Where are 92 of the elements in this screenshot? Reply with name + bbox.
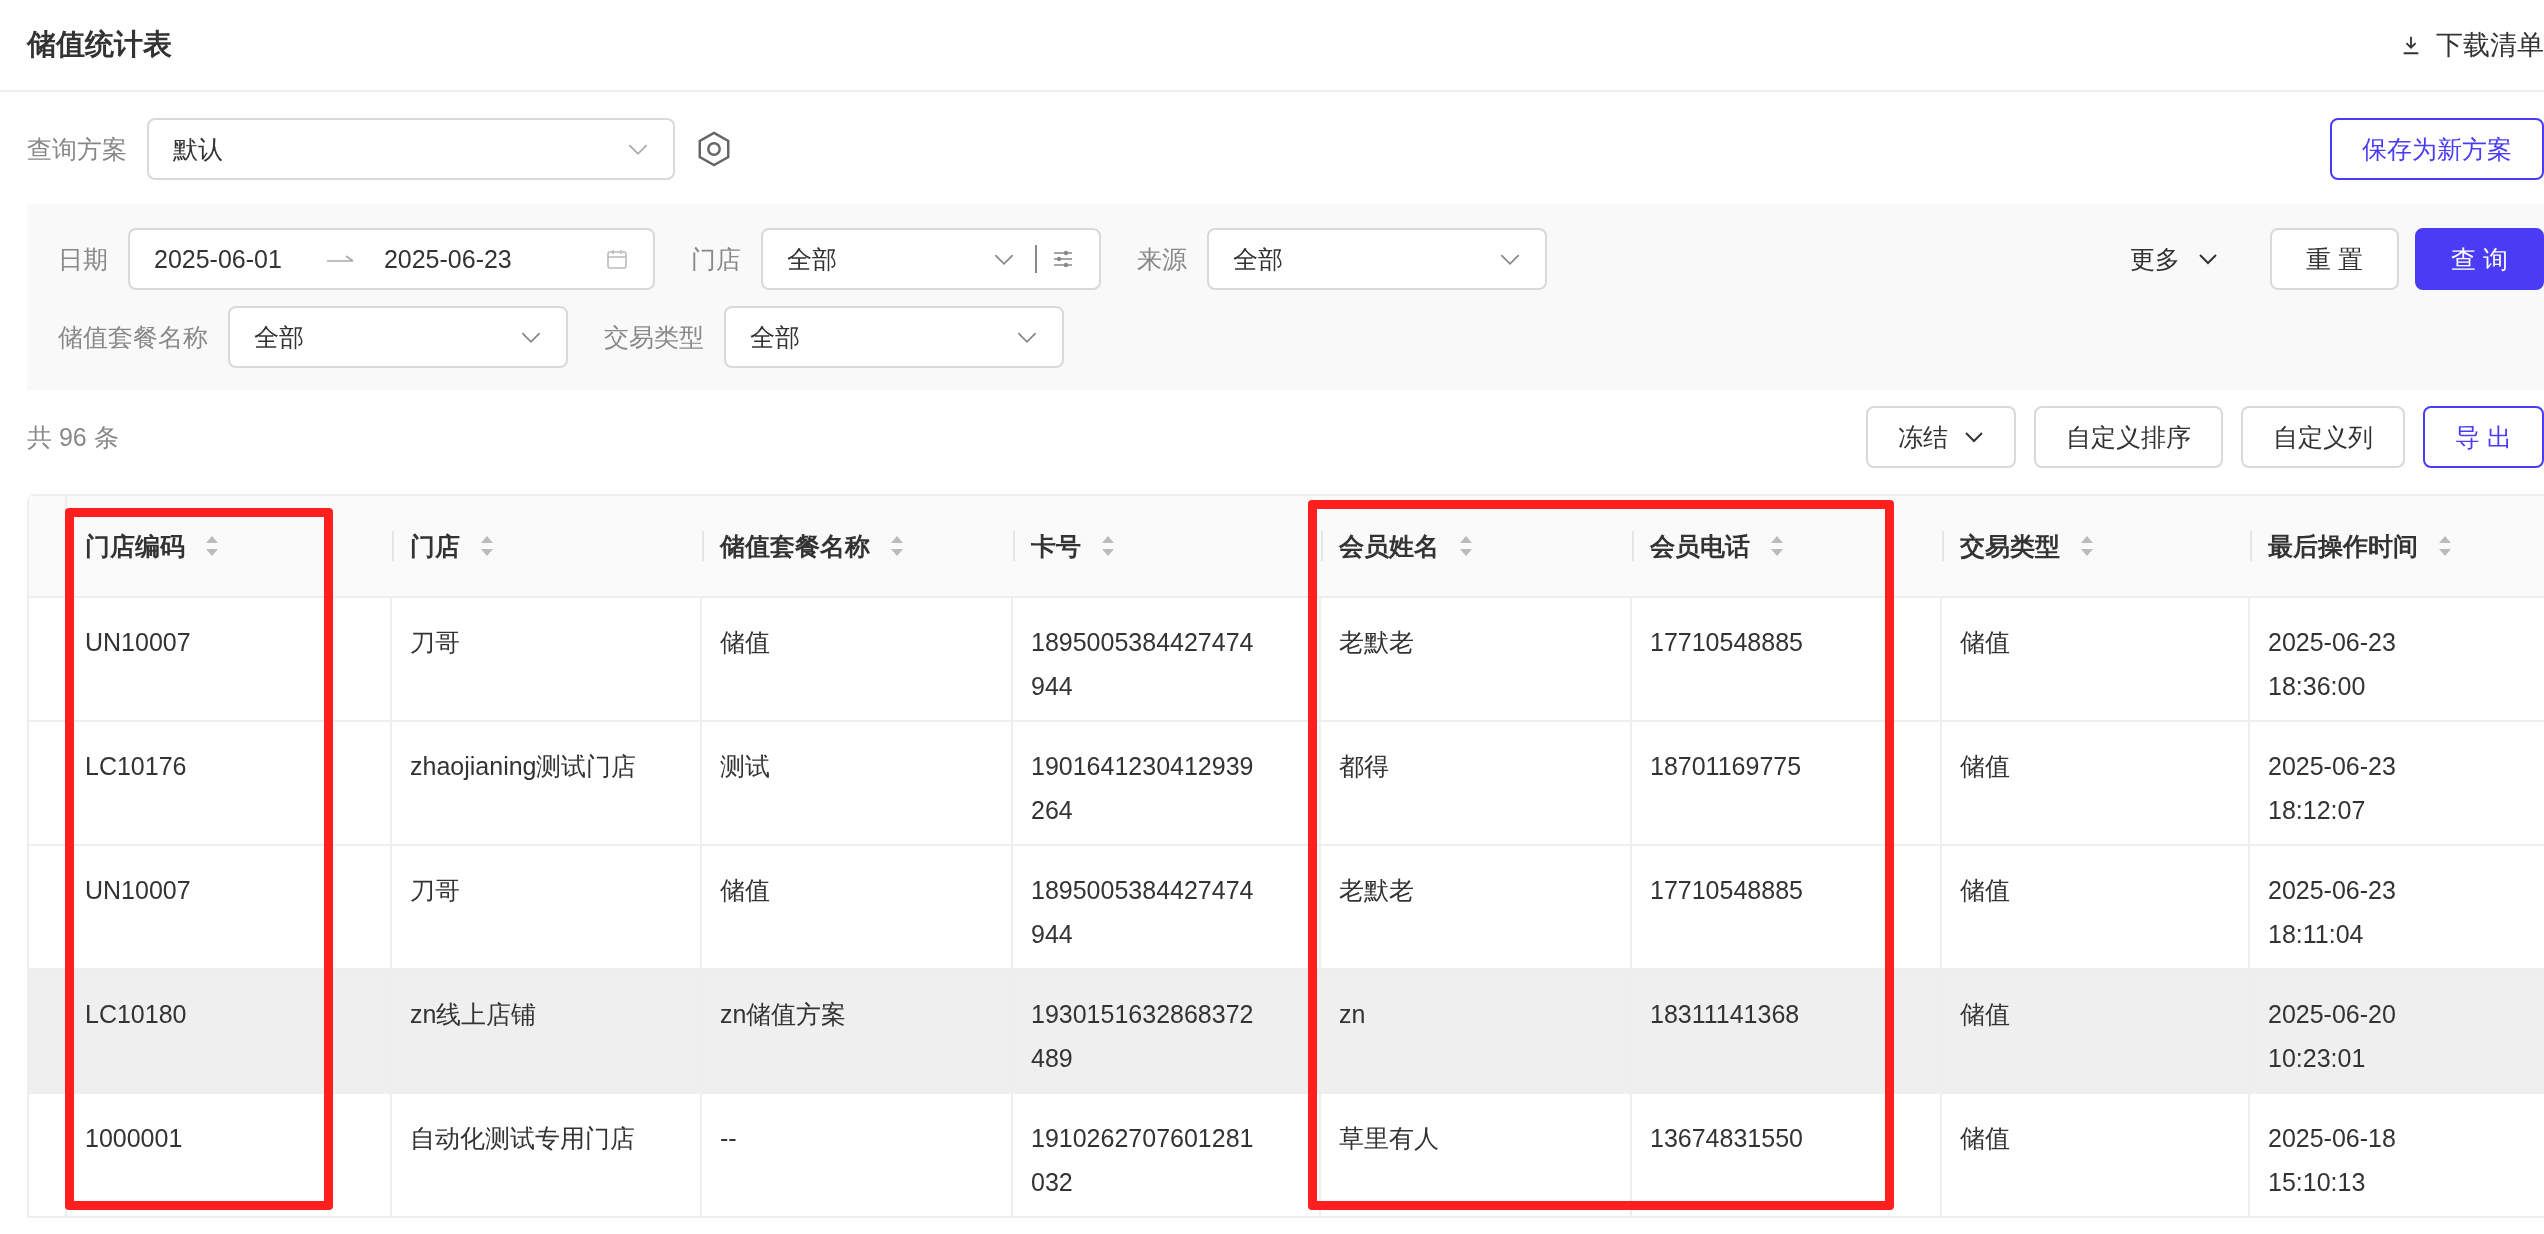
sort-icon[interactable] xyxy=(2080,534,2094,558)
more-filters-link[interactable]: 更多 xyxy=(2130,242,2219,276)
table-row[interactable]: 1000001 自动化测试专用门店 -- 1910262707601281032 草里有人 13674831550 储值 2025-06-18 15:10:13 xyxy=(29,1094,2544,1218)
table-cell-text: 18311141368 xyxy=(1650,999,1801,1030)
store-select[interactable]: 全部 xyxy=(761,228,1101,290)
sort-icon[interactable] xyxy=(480,534,494,558)
column-header[interactable]: 卡号 xyxy=(1031,529,1081,563)
chevron-down-icon xyxy=(1964,431,1985,443)
scheme-select[interactable]: 默认 xyxy=(147,118,675,180)
table-cell-text: zn xyxy=(1339,999,1367,1030)
column-header[interactable]: 储值套餐名称 xyxy=(720,529,870,563)
table-cell-text: 刀哥 xyxy=(410,627,461,658)
table-cell-text: 1000001 xyxy=(85,1123,184,1154)
table-cell-text: 2025-06-18 15:10:13 xyxy=(2268,1123,2397,1198)
table-cell-text: 1895005384427474944 xyxy=(1031,875,1255,950)
table-cell-text: 储值 xyxy=(1960,875,2011,906)
table-cell-text: 1910262707601281032 xyxy=(1031,1123,1255,1198)
table-cell-text: LC10180 xyxy=(85,999,188,1030)
table-cell-text: 2025-06-20 10:23:01 xyxy=(2268,999,2397,1074)
table-cell-text: 储值 xyxy=(1960,751,2011,782)
table-cell-text: 储值 xyxy=(1960,1123,2011,1154)
filter-select[interactable]: 全部 xyxy=(724,306,1064,368)
column-header[interactable]: 交易类型 xyxy=(1960,529,2060,563)
filter-label: 交易类型 xyxy=(604,321,704,353)
filter-select[interactable]: 全部 xyxy=(228,306,568,368)
table-row[interactable]: UN10007 刀哥 储值 1895005384427474944 老默老 17710548885 储值 2025-06-23 18:36:00 xyxy=(29,598,2544,722)
column-header[interactable]: 门店 xyxy=(410,529,460,563)
table-cell-text: zn储值方案 xyxy=(720,999,848,1030)
sort-icon[interactable] xyxy=(1101,534,1115,558)
table-cell-text: 草里有人 xyxy=(1339,1123,1440,1154)
table-cell-text: 储值 xyxy=(720,875,771,906)
sort-icon[interactable] xyxy=(1459,534,1473,558)
table-cell-text: 17710548885 xyxy=(1650,875,1804,906)
table-cell-text: 1901641230412939264 xyxy=(1031,751,1255,826)
table-cell-text: 测试 xyxy=(720,751,771,782)
sort-icon[interactable] xyxy=(890,534,904,558)
filter-label: 日期 xyxy=(58,243,108,275)
calendar-icon xyxy=(605,247,629,271)
filter-select[interactable]: 全部 xyxy=(1207,228,1547,290)
freeze-dropdown[interactable]: 冻结 xyxy=(1866,406,2017,468)
scheme-label: 查询方案 xyxy=(27,133,127,165)
page-title: 储值统计表 xyxy=(27,27,172,62)
query-button[interactable]: 查 询 xyxy=(2415,228,2544,290)
table-cell-text: LC10176 xyxy=(85,751,188,782)
table-cell-text: zhaojianing测试门店 xyxy=(410,751,638,782)
table-cell-text: zn线上店铺 xyxy=(410,999,538,1030)
table-cell-text: 13674831550 xyxy=(1650,1123,1804,1154)
table-row[interactable]: LC10180 zn线上店铺 zn储值方案 1930151632868372489 zn 18311141368 储值 2025-06-20 10:23:01 xyxy=(29,970,2544,1094)
toolbar-button[interactable]: 导 出 xyxy=(2423,406,2544,468)
filter-label: 储值套餐名称 xyxy=(58,321,208,353)
table-cell-text: 1895005384427474944 xyxy=(1031,627,1255,702)
table-cell-text: 2025-06-23 18:12:07 xyxy=(2268,751,2397,826)
table-cell-text: 老默老 xyxy=(1339,627,1415,658)
save-scheme-button[interactable]: 保存为新方案 xyxy=(2330,118,2544,180)
column-header[interactable]: 会员姓名 xyxy=(1339,529,1439,563)
table-cell-text: 18701169775 xyxy=(1650,751,1803,782)
chevron-down-icon xyxy=(627,142,649,156)
chevron-down-icon xyxy=(993,252,1015,266)
date-range-field[interactable]: 2025-06-01 2025-06-23 xyxy=(128,228,655,290)
toolbar-button[interactable]: 自定义列 xyxy=(2241,406,2406,468)
filter-label: 门店 xyxy=(691,243,741,275)
table-cell-text: 17710548885 xyxy=(1650,627,1804,658)
reset-button[interactable]: 重 置 xyxy=(2270,228,2400,290)
column-header[interactable]: 会员电话 xyxy=(1650,529,1750,563)
table-cell-text: 2025-06-23 18:36:00 xyxy=(2268,627,2397,702)
filter-label: 来源 xyxy=(1137,243,1187,275)
table-cell-text: 老默老 xyxy=(1339,875,1415,906)
table-cell-text: 都得 xyxy=(1339,751,1390,782)
download-link[interactable]: 下载清单 xyxy=(2400,27,2544,63)
sort-icon[interactable] xyxy=(1770,534,1784,558)
table-cell-text: 储值 xyxy=(1960,627,2011,658)
total-count: 共 96 条 xyxy=(27,421,119,453)
table-cell-text: 刀哥 xyxy=(410,875,461,906)
table-cell-text: 储值 xyxy=(720,627,771,658)
chevron-down-icon xyxy=(1016,330,1038,344)
column-header[interactable]: 最后操作时间 xyxy=(2268,529,2418,563)
chevron-down-icon xyxy=(2198,253,2219,265)
table-row[interactable]: LC10176 zhaojianing测试门店 测试 1901641230412939264 都得 18701169775 储值 2025-06-23 18:12:07 xyxy=(29,722,2544,846)
sort-icon[interactable] xyxy=(2438,534,2452,558)
sort-icon[interactable] xyxy=(205,534,219,558)
table-cell-text: 储值 xyxy=(1960,999,2011,1030)
table-cell-text: UN10007 xyxy=(85,627,192,658)
chevron-down-icon xyxy=(520,330,542,344)
column-header[interactable]: 门店编码 xyxy=(85,529,185,563)
chevron-down-icon xyxy=(1499,252,1521,266)
table-cell-text: 自动化测试专用门店 xyxy=(410,1123,636,1154)
toolbar-button[interactable]: 自定义排序 xyxy=(2034,406,2224,468)
table-cell-text: 2025-06-23 18:11:04 xyxy=(2268,875,2397,950)
table-cell-text: UN10007 xyxy=(85,875,192,906)
table-cell-text: 1930151632868372489 xyxy=(1031,999,1255,1074)
arrow-right-icon xyxy=(325,253,356,265)
table-cell-text: -- xyxy=(720,1123,738,1154)
